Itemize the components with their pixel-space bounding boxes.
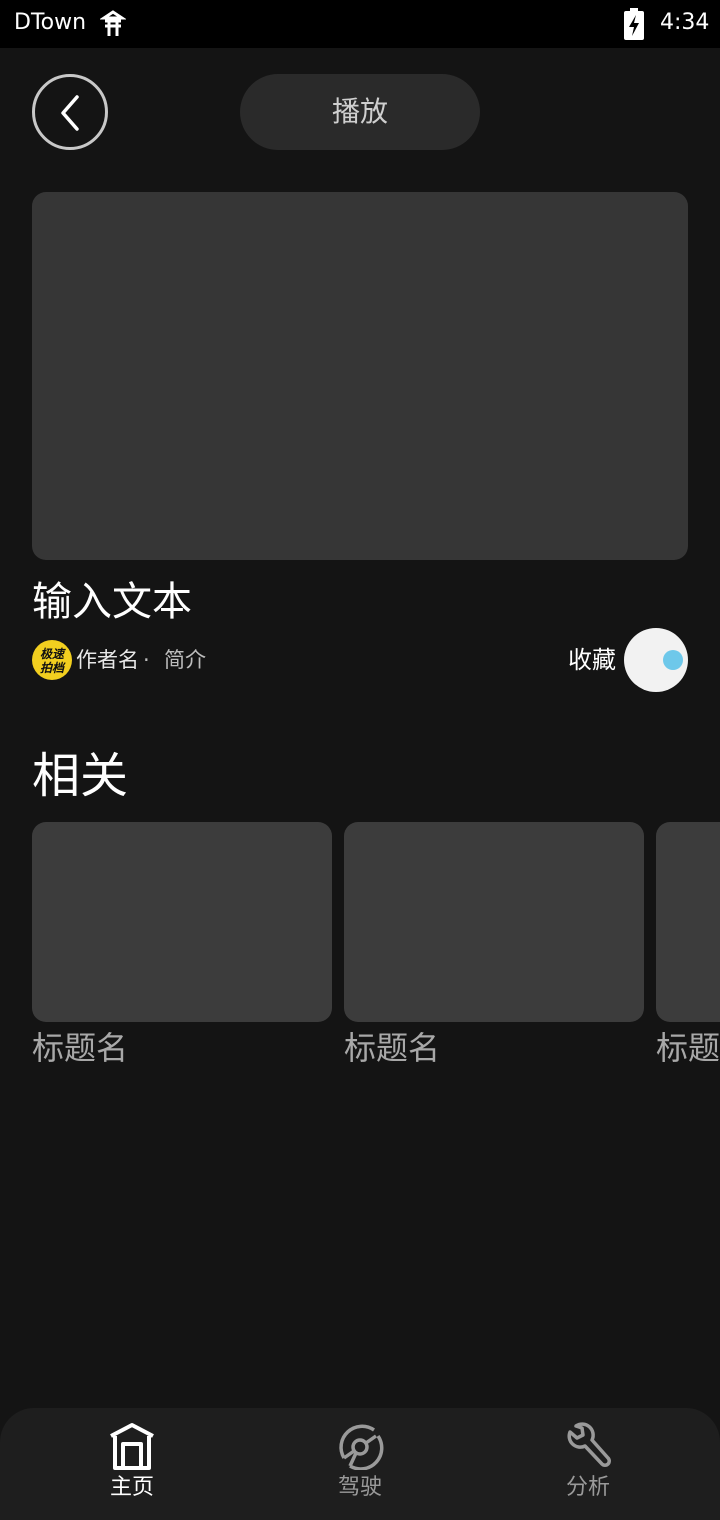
avatar-logo: 极速 拍档	[40, 647, 66, 675]
intro-link[interactable]: 简介	[164, 646, 206, 674]
svg-text:拍档: 拍档	[40, 661, 66, 675]
status-carrier: DTown	[14, 10, 87, 35]
nav-item-analysis[interactable]: 分析	[508, 1408, 668, 1520]
author-avatar[interactable]: 极速 拍档	[32, 640, 72, 680]
favorite-label: 收藏	[568, 646, 616, 674]
favorite-toggle-knob	[663, 650, 683, 670]
related-card[interactable]: 标题名	[656, 822, 720, 1070]
network-icon	[100, 10, 126, 36]
status-time: 4:34	[660, 10, 710, 35]
related-title: 标题名	[656, 1029, 720, 1067]
related-thumbnail[interactable]	[32, 822, 332, 1022]
nav-item-drive[interactable]: 驾驶	[280, 1408, 440, 1520]
related-title: 标题名	[32, 1029, 129, 1067]
nav-label-analysis: 分析	[565, 1475, 610, 1500]
steering-wheel-icon	[339, 1424, 384, 1470]
favorite-toggle[interactable]	[624, 628, 688, 692]
bottom-nav: 主页 驾驶 分析	[0, 1408, 720, 1520]
content-title: 输入文本	[32, 579, 192, 625]
back-button[interactable]	[32, 74, 108, 150]
related-title: 标题名	[344, 1029, 441, 1067]
related-card[interactable]: 标题名	[344, 822, 644, 1070]
nav-item-home[interactable]: 主页	[52, 1408, 212, 1520]
author-name[interactable]: 作者名	[76, 646, 139, 674]
cover-image[interactable]	[32, 192, 688, 560]
related-card[interactable]: 标题名	[32, 822, 332, 1070]
battery-charging-icon	[624, 8, 644, 40]
nav-label-home: 主页	[109, 1475, 154, 1500]
chevron-left-icon	[61, 95, 79, 131]
meta-separator: ·	[143, 648, 150, 672]
nav-label-drive: 驾驶	[337, 1475, 382, 1500]
home-icon	[110, 1423, 154, 1470]
status-bar: DTown 4:34	[0, 0, 720, 48]
play-button[interactable]: 播放	[240, 74, 480, 150]
related-section-title: 相关	[32, 748, 129, 804]
wrench-icon	[567, 1422, 611, 1467]
related-thumbnail[interactable]	[344, 822, 644, 1022]
svg-text:极速: 极速	[40, 647, 66, 661]
related-thumbnail[interactable]	[656, 822, 720, 1022]
